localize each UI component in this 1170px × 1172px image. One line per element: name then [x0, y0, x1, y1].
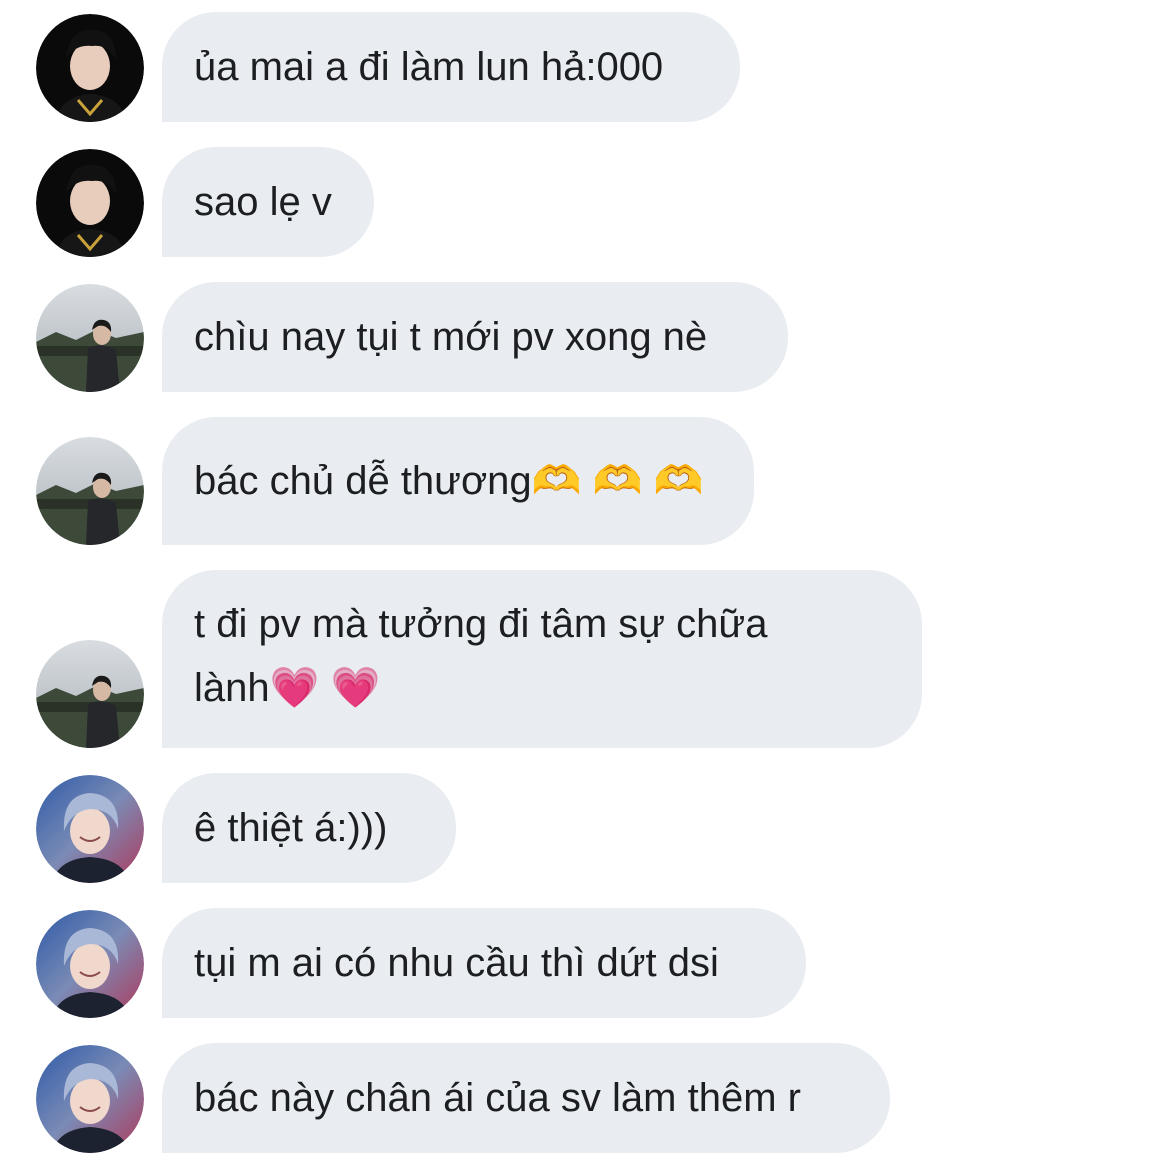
avatar-blue-hair-boy-icon[interactable] [36, 910, 144, 1018]
message-bubble[interactable]: sao lẹ v [162, 147, 374, 257]
message-bubble[interactable]: ê thiệt á:))) [162, 773, 456, 883]
message-text: bác chủ dễ thương🫶 🫶 🫶 [194, 459, 704, 503]
message-bubble[interactable]: tụi m ai có nhu cầu thì dứt dsi [162, 908, 806, 1018]
message-text: sao lẹ v [194, 180, 332, 224]
avatar-outdoor-boy-icon[interactable] [36, 640, 144, 748]
message-text: ủa mai a đi làm lun hả:000 [194, 45, 664, 89]
avatar-blue-hair-boy-icon[interactable] [36, 1045, 144, 1153]
avatar-dark-hair-boy-icon[interactable] [36, 14, 144, 122]
message-bubble[interactable]: t đi pv mà tưởng đi tâm sự chữa lành💗 💗 [162, 570, 922, 748]
message-bubble[interactable]: chìu nay tụi t mới pv xong nè [162, 282, 788, 392]
message-text: bác này chân ái của sv làm thêm r [194, 1076, 801, 1120]
message-text: ê thiệt á:))) [194, 806, 388, 850]
avatar-blue-hair-boy-icon[interactable] [36, 775, 144, 883]
message-text: t đi pv mà tưởng đi tâm sự chữa lành💗 💗 [194, 602, 768, 710]
avatar-outdoor-boy-icon[interactable] [36, 437, 144, 545]
message-text: tụi m ai có nhu cầu thì dứt dsi [194, 941, 719, 985]
message-bubble[interactable]: ủa mai a đi làm lun hả:000 [162, 12, 740, 122]
avatar-dark-hair-boy-icon[interactable] [36, 149, 144, 257]
message-bubble[interactable]: bác chủ dễ thương🫶 🫶 🫶 [162, 417, 754, 545]
avatar-outdoor-boy-icon[interactable] [36, 284, 144, 392]
message-text: chìu nay tụi t mới pv xong nè [194, 315, 708, 359]
message-bubble[interactable]: bác này chân ái của sv làm thêm r [162, 1043, 890, 1153]
